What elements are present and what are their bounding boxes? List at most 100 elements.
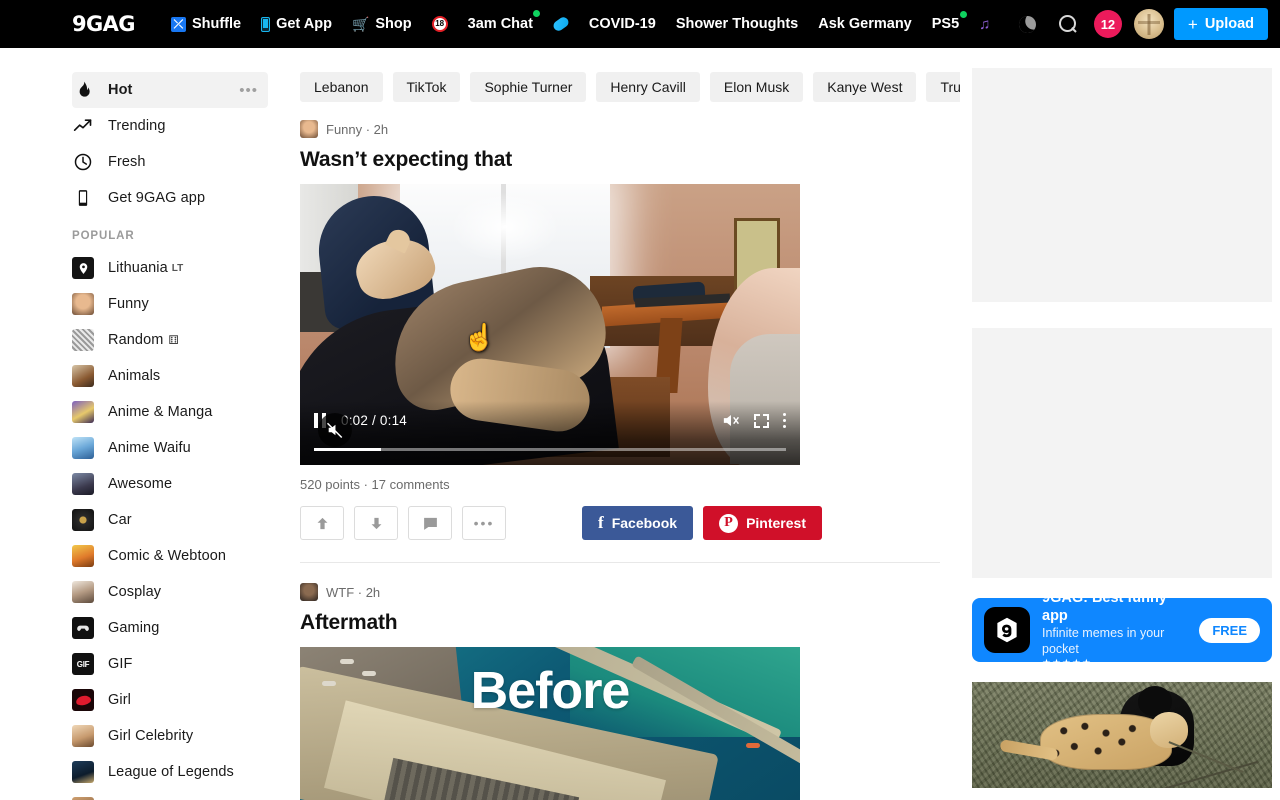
nav-item-nsfw[interactable]: 18 bbox=[422, 0, 458, 48]
chip-trump[interactable]: Trump bbox=[926, 72, 960, 102]
comment-button[interactable] bbox=[408, 506, 452, 540]
chip-tiktok[interactable]: TikTok bbox=[393, 72, 461, 102]
share-facebook-label: Facebook bbox=[612, 515, 677, 531]
sidebar-item-next-partial[interactable] bbox=[72, 790, 268, 800]
chip-lebanon[interactable]: Lebanon bbox=[300, 72, 383, 102]
sidebar-item-label: Fresh bbox=[108, 154, 146, 170]
sidebar-item-animals[interactable]: Animals bbox=[72, 358, 268, 394]
online-dot-icon bbox=[960, 11, 967, 18]
post-meta-label: Funny · 2h bbox=[326, 122, 388, 137]
dark-mode-toggle[interactable] bbox=[1008, 0, 1048, 48]
nav-item-music[interactable]: ♫ bbox=[969, 0, 1000, 48]
sidebar-item-cosplay[interactable]: Cosplay bbox=[72, 574, 268, 610]
post-meta[interactable]: Funny · 2h bbox=[300, 120, 960, 138]
sidebar-item-funny[interactable]: Funny bbox=[72, 286, 268, 322]
share-pinterest-button[interactable]: P Pinterest bbox=[703, 506, 822, 540]
app-promo-title: 9GAG: Best funny app bbox=[1042, 590, 1187, 625]
upvote-button[interactable] bbox=[300, 506, 344, 540]
app-rating-stars: ★★★★★ bbox=[1042, 658, 1187, 670]
sidebar-item-fresh[interactable]: Fresh bbox=[72, 144, 268, 180]
top-navigation-bar: 9GAG Shuffle Get App 🛒 Shop 18 3am Chat … bbox=[0, 0, 1280, 48]
9gag-app-logo-icon bbox=[984, 607, 1030, 653]
nav-item-shuffle[interactable]: Shuffle bbox=[161, 0, 251, 48]
search-button[interactable] bbox=[1048, 0, 1088, 48]
nav-item-pill[interactable] bbox=[543, 0, 579, 48]
plus-icon: + bbox=[1188, 16, 1198, 33]
sidebar-item-comic-webtoon[interactable]: Comic & Webtoon bbox=[72, 538, 268, 574]
post-actions: ••• f Facebook P Pinterest bbox=[300, 506, 960, 540]
video-progress-bar[interactable] bbox=[314, 448, 786, 451]
nav-item-label: COVID-19 bbox=[589, 16, 656, 32]
more-options-button[interactable]: ••• bbox=[462, 506, 506, 540]
sidebar-item-car[interactable]: Car bbox=[72, 502, 268, 538]
promo-photo[interactable] bbox=[972, 682, 1272, 788]
avatar[interactable] bbox=[1134, 9, 1164, 39]
sidebar-item-get-9gag-app[interactable]: Get 9GAG app bbox=[72, 180, 268, 216]
sidebar-more-icon[interactable]: ••• bbox=[239, 83, 258, 98]
sidebar-item-label: Funny bbox=[108, 296, 149, 312]
chip-kanye-west[interactable]: Kanye West bbox=[813, 72, 916, 102]
mute-icon bbox=[721, 411, 740, 430]
nav-item-3am-chat[interactable]: 3am Chat bbox=[458, 0, 543, 48]
nav-item-ask-germany[interactable]: Ask Germany bbox=[808, 0, 922, 48]
sidebar-item-anime-manga[interactable]: Anime & Manga bbox=[72, 394, 268, 430]
mobile-icon bbox=[72, 187, 94, 209]
chip-sophie-turner[interactable]: Sophie Turner bbox=[470, 72, 586, 102]
nav-item-ps5[interactable]: PS5 bbox=[922, 0, 969, 48]
nsfw-18-icon: 18 bbox=[432, 16, 448, 32]
post-meta[interactable]: WTF · 2h bbox=[300, 583, 960, 601]
nav-item-get-app[interactable]: Get App bbox=[251, 0, 342, 48]
nav-item-covid-19[interactable]: COVID-19 bbox=[579, 0, 666, 48]
sidebar-item-league-of-legends[interactable]: League of Legends bbox=[72, 754, 268, 790]
post-image[interactable]: Before bbox=[300, 647, 800, 800]
app-promo-cta-button[interactable]: FREE bbox=[1199, 618, 1260, 643]
downvote-button[interactable] bbox=[354, 506, 398, 540]
fullscreen-button[interactable] bbox=[754, 414, 769, 428]
unmute-toast-button[interactable] bbox=[318, 413, 352, 447]
post-title[interactable]: Wasn’t expecting that bbox=[300, 148, 960, 172]
post-title[interactable]: Aftermath bbox=[300, 611, 960, 635]
ellipsis-icon: ••• bbox=[474, 516, 495, 530]
sidebar-item-label: Gaming bbox=[108, 620, 159, 636]
ad-placeholder-middle[interactable] bbox=[972, 328, 1272, 578]
post-video-player[interactable]: ☝ 0:02 / 0:14 bbox=[300, 184, 800, 465]
community-thumbnail bbox=[72, 509, 94, 531]
community-thumbnail bbox=[72, 437, 94, 459]
sidebar-item-girl-celebrity[interactable]: Girl Celebrity bbox=[72, 718, 268, 754]
sidebar-item-label: League of Legends bbox=[108, 764, 234, 780]
sidebar-item-girl[interactable]: Girl bbox=[72, 682, 268, 718]
sidebar-item-trending[interactable]: Trending bbox=[72, 108, 268, 144]
sidebar-item-awesome[interactable]: Awesome bbox=[72, 466, 268, 502]
nav-item-shop[interactable]: 🛒 Shop bbox=[342, 0, 422, 48]
mute-button[interactable] bbox=[721, 411, 740, 430]
sidebar-item-label: Car bbox=[108, 512, 132, 528]
nav-item-label: 3am Chat bbox=[468, 16, 533, 32]
sidebar-item-hot[interactable]: Hot ••• bbox=[72, 72, 268, 108]
video-options-button[interactable] bbox=[783, 413, 786, 428]
sidebar-item-gaming[interactable]: Gaming bbox=[72, 610, 268, 646]
post-card: Funny · 2h Wasn’t expecting that bbox=[300, 120, 960, 563]
community-thumbnail: GIF bbox=[72, 653, 94, 675]
sidebar-item-random[interactable]: Random ⚅ bbox=[72, 322, 268, 358]
main-feed: Lebanon TikTok Sophie Turner Henry Cavil… bbox=[276, 48, 960, 800]
nav-item-label: Ask Germany bbox=[818, 16, 912, 32]
ad-placeholder-top[interactable] bbox=[972, 68, 1272, 302]
moon-icon bbox=[1017, 13, 1039, 35]
community-thumbnail bbox=[72, 725, 94, 747]
upload-button[interactable]: + Upload bbox=[1174, 8, 1268, 40]
app-promo-banner[interactable]: 9GAG: Best funny app Infinite memes in y… bbox=[972, 598, 1272, 662]
nav-item-shower-thoughts[interactable]: Shower Thoughts bbox=[666, 0, 808, 48]
chip-elon-musk[interactable]: Elon Musk bbox=[710, 72, 803, 102]
site-logo[interactable]: 9GAG bbox=[72, 12, 135, 36]
flame-icon bbox=[72, 79, 94, 101]
sidebar-item-label: Lithuania bbox=[108, 260, 168, 276]
share-facebook-button[interactable]: f Facebook bbox=[582, 506, 693, 540]
chip-henry-cavill[interactable]: Henry Cavill bbox=[596, 72, 699, 102]
sidebar-item-anime-waifu[interactable]: Anime Waifu bbox=[72, 430, 268, 466]
search-icon bbox=[1059, 15, 1077, 33]
community-thumbnail bbox=[72, 329, 94, 351]
sidebar-item-gif[interactable]: GIF GIF bbox=[72, 646, 268, 682]
sidebar-item-lithuania[interactable]: Lithuania LT bbox=[72, 250, 268, 286]
community-thumbnail bbox=[72, 473, 94, 495]
notification-badge[interactable]: 12 bbox=[1094, 10, 1122, 38]
